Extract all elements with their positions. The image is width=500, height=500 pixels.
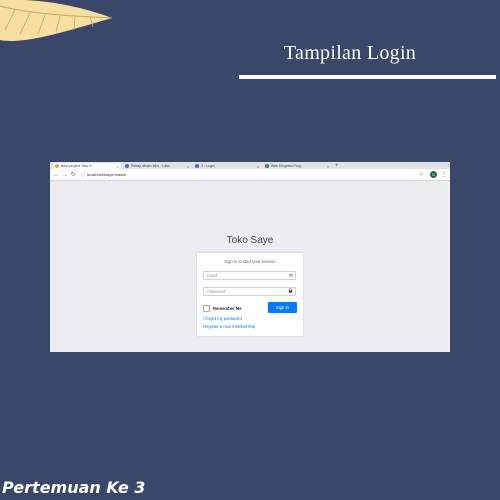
navigation-bar: ← → ↻ ⓘ localhost/tsaye/masuk ☆ S ⋮ [50, 169, 450, 181]
tab-label: Rekap absen Mhs - Labs [131, 164, 170, 168]
address-bar[interactable]: ⓘ localhost/tsaye/masuk [81, 172, 419, 178]
browser-tab[interactable]: Bikin project Toko S × [53, 163, 121, 169]
forgot-password-link[interactable]: I forgot my password [203, 316, 242, 321]
remember-checkbox[interactable] [203, 305, 210, 312]
login-message: Sign in to start your session [224, 259, 276, 264]
close-icon[interactable]: × [257, 164, 259, 169]
register-link[interactable]: Register a new membership [203, 324, 255, 329]
remember-me[interactable]: Remember Me [203, 305, 242, 312]
sign-in-button[interactable]: Sign In [268, 302, 297, 313]
favicon-icon [265, 164, 269, 168]
login-card: Sign in to start your session Email ✉ Pa… [197, 252, 303, 336]
reload-icon[interactable]: ↻ [69, 171, 77, 178]
favicon-icon [195, 164, 199, 168]
footer-caption: Pertemuan Ke 3 [2, 478, 146, 497]
slide-title: Tampilan Login [283, 42, 417, 64]
forward-icon[interactable]: → [61, 172, 69, 178]
favicon-icon [125, 164, 129, 168]
profile-avatar[interactable]: S [430, 171, 437, 178]
tab-label: Bikin project Toko S [61, 164, 92, 168]
close-icon[interactable]: × [327, 164, 329, 169]
info-icon: ⓘ [81, 171, 85, 177]
title-underline [239, 75, 496, 79]
browser-tab[interactable]: 3 - Login × [193, 163, 261, 169]
bookmark-star-icon[interactable]: ☆ [419, 171, 424, 178]
email-input[interactable]: Email ✉ [203, 271, 296, 280]
menu-icon[interactable]: ⋮ [441, 171, 447, 178]
envelope-icon: ✉ [288, 272, 293, 279]
browser-tab[interactable]: Web Ekspresi Prog × [263, 163, 331, 169]
lock-icon [288, 288, 293, 295]
email-placeholder: Email [207, 273, 218, 278]
close-icon[interactable]: × [117, 164, 119, 169]
leaf-decoration [0, 0, 113, 41]
url-text: localhost/tsaye/masuk [87, 171, 127, 177]
new-tab-icon[interactable]: + [333, 163, 339, 169]
back-icon[interactable]: ← [53, 172, 61, 178]
password-placeholder: Password [207, 289, 226, 294]
tab-label: 3 - Login [201, 164, 215, 168]
tab-label: Web Ekspresi Prog [271, 164, 301, 168]
page-content: Toko Saye Sign in to start your session … [50, 181, 450, 352]
tab-bar: Bikin project Toko S × Rekap absen Mhs -… [50, 162, 450, 169]
browser-tab[interactable]: Rekap absen Mhs - Labs × [123, 163, 191, 169]
favicon-icon [55, 164, 59, 168]
close-icon[interactable]: × [187, 164, 189, 169]
browser-window: Bikin project Toko S × Rekap absen Mhs -… [50, 162, 450, 352]
app-title: Toko Saye [226, 235, 274, 246]
remember-label: Remember Me [213, 306, 242, 311]
password-input[interactable]: Password [203, 287, 296, 296]
